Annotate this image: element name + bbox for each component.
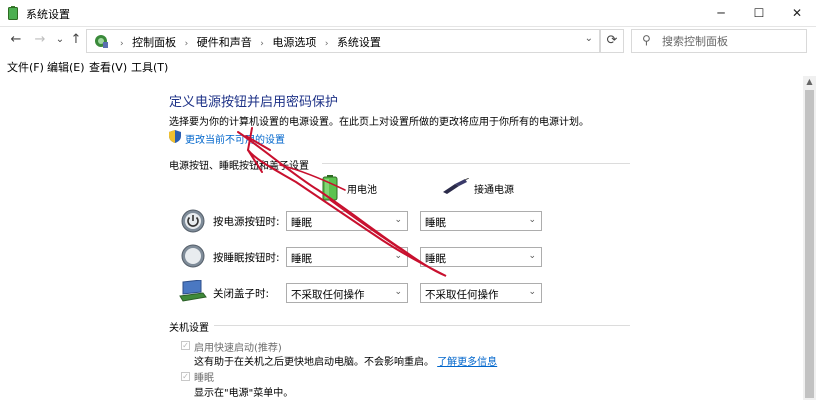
section-divider bbox=[214, 325, 630, 326]
menu-tools[interactable]: 工具(T) bbox=[131, 59, 168, 75]
section-divider bbox=[322, 163, 630, 164]
menu-edit[interactable]: 编辑(E) bbox=[47, 59, 85, 75]
select-value: 不采取任何操作 bbox=[291, 289, 365, 301]
shield-icon bbox=[169, 130, 181, 143]
maximize-button[interactable]: ☐ bbox=[740, 0, 778, 26]
title-bar: 系统设置 ─ ☐ ✕ bbox=[0, 0, 816, 27]
breadcrumb-hardware-sound[interactable]: 硬件和声音 bbox=[197, 36, 252, 49]
power-button-plugged-select[interactable]: 睡眠 ⌄ bbox=[420, 211, 542, 231]
address-history-dropdown-icon[interactable]: ⌄ bbox=[585, 33, 593, 44]
recent-locations-button[interactable]: ⌄ bbox=[52, 32, 68, 48]
search-icon: ⚲ bbox=[642, 33, 651, 47]
page-description: 选择要为你的计算机设置的电源设置。在此页上对设置所做的更改将应用于你所有的电源计… bbox=[169, 117, 589, 128]
power-buttons-section-title: 电源按钮、睡眠按钮和盖子设置 bbox=[169, 161, 309, 172]
learn-more-link[interactable]: 了解更多信息 bbox=[437, 357, 497, 368]
menu-bar: 文件(F) 编辑(E) 查看(V) 工具(T) bbox=[0, 56, 816, 76]
menu-view[interactable]: 查看(V) bbox=[89, 59, 127, 75]
window-title: 系统设置 bbox=[26, 8, 70, 21]
sleep-button-icon bbox=[181, 244, 205, 268]
fast-startup-note: 这有助于在关机之后更快地启动电脑。不会影响重启。 了解更多信息 bbox=[194, 353, 497, 368]
battery-icon bbox=[322, 175, 338, 201]
lid-close-label: 关闭盖子时: bbox=[213, 288, 270, 300]
search-input[interactable] bbox=[662, 33, 802, 49]
sleep-button-plugged-select[interactable]: 睡眠 ⌄ bbox=[420, 247, 542, 267]
chevron-down-icon: ⌄ bbox=[394, 215, 402, 225]
chevron-down-icon: ⌄ bbox=[394, 287, 402, 297]
sleep-button-label: 按睡眠按钮时: bbox=[213, 252, 280, 264]
fast-startup-label: 启用快速启动(推荐) bbox=[194, 343, 282, 354]
minimize-button[interactable]: ─ bbox=[702, 0, 740, 26]
sleep-option-note: 显示在"电源"菜单中。 bbox=[194, 388, 294, 399]
breadcrumb-power-options[interactable]: 电源选项 bbox=[272, 36, 316, 49]
control-panel-icon bbox=[95, 35, 108, 48]
back-button[interactable]: ← bbox=[8, 32, 24, 48]
select-value: 睡眠 bbox=[425, 253, 446, 265]
lid-close-battery-select[interactable]: 不采取任何操作 ⌄ bbox=[286, 283, 408, 303]
battery-column-header: 用电池 bbox=[347, 185, 377, 196]
shutdown-section-title: 关机设置 bbox=[169, 323, 209, 334]
refresh-button[interactable]: ⟳ bbox=[600, 29, 624, 53]
address-toolbar: ← → ⌄ ↑ › 控制面板 › 硬件和声音 › 电源选项 › 系统设置 ⌄ ⟳… bbox=[0, 27, 816, 55]
sleep-button-battery-select[interactable]: 睡眠 ⌄ bbox=[286, 247, 408, 267]
breadcrumb-separator: › bbox=[184, 39, 189, 49]
vertical-scrollbar[interactable]: ▲ bbox=[803, 76, 816, 400]
change-unavailable-settings-link[interactable]: 更改当前不可用的设置 bbox=[185, 131, 285, 146]
scrollbar-thumb[interactable] bbox=[805, 90, 814, 398]
power-button-battery-select[interactable]: 睡眠 ⌄ bbox=[286, 211, 408, 231]
up-button[interactable]: ↑ bbox=[68, 32, 84, 48]
menu-file[interactable]: 文件(F) bbox=[7, 59, 44, 75]
power-button-icon bbox=[181, 209, 205, 233]
scroll-up-arrow-icon[interactable]: ▲ bbox=[803, 76, 816, 88]
select-value: 睡眠 bbox=[291, 217, 312, 229]
address-bar[interactable]: › 控制面板 › 硬件和声音 › 电源选项 › 系统设置 ⌄ bbox=[86, 29, 600, 53]
plug-icon bbox=[443, 178, 469, 194]
power-button-label: 按电源按钮时: bbox=[213, 216, 280, 228]
breadcrumb-separator: › bbox=[260, 39, 264, 49]
breadcrumb-separator: › bbox=[120, 39, 124, 49]
fast-startup-checkbox[interactable]: ✓ bbox=[181, 341, 190, 350]
lid-close-plugged-select[interactable]: 不采取任何操作 ⌄ bbox=[420, 283, 542, 303]
battery-app-icon bbox=[8, 6, 18, 20]
chevron-down-icon: ⌄ bbox=[528, 287, 536, 297]
laptop-lid-icon bbox=[179, 280, 207, 302]
breadcrumb-control-panel[interactable]: 控制面板 bbox=[132, 36, 176, 49]
page-title: 定义电源按钮并启用密码保护 bbox=[169, 95, 339, 110]
select-value: 睡眠 bbox=[291, 253, 312, 265]
forward-button[interactable]: → bbox=[32, 32, 48, 48]
chevron-down-icon: ⌄ bbox=[528, 215, 536, 225]
breadcrumb-system-settings[interactable]: 系统设置 bbox=[337, 36, 381, 49]
breadcrumb-separator: › bbox=[324, 39, 329, 49]
select-value: 睡眠 bbox=[425, 217, 446, 229]
close-button[interactable]: ✕ bbox=[778, 0, 816, 26]
chevron-down-icon: ⌄ bbox=[528, 251, 536, 261]
sleep-checkbox[interactable]: ✓ bbox=[181, 372, 190, 381]
sleep-option-label: 睡眠 bbox=[194, 373, 214, 384]
main-content: 定义电源按钮并启用密码保护 选择要为你的计算机设置的电源设置。在此页上对设置所做… bbox=[0, 76, 803, 400]
chevron-down-icon: ⌄ bbox=[394, 251, 402, 261]
select-value: 不采取任何操作 bbox=[425, 289, 499, 301]
search-box[interactable]: ⚲ bbox=[631, 29, 807, 53]
plugged-in-column-header: 接通电源 bbox=[474, 185, 514, 196]
fast-startup-note-text: 这有助于在关机之后更快地启动电脑。不会影响重启。 bbox=[194, 357, 434, 368]
breadcrumb: › 控制面板 › 硬件和声音 › 电源选项 › 系统设置 bbox=[115, 34, 381, 50]
